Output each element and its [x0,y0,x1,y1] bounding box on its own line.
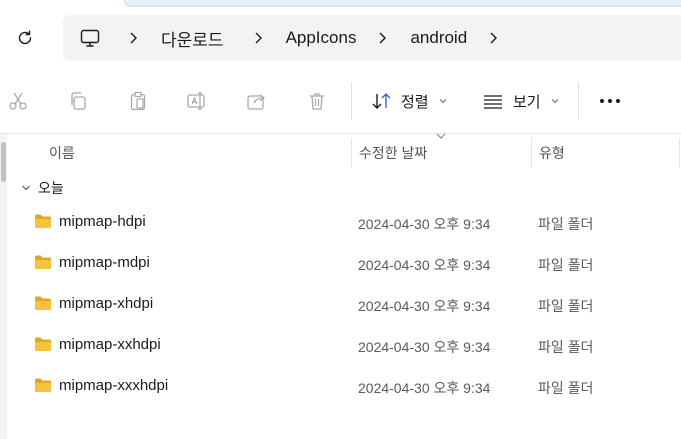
file-date: 2024-04-30 오후 9:34 [358,298,491,314]
navigation-pane-edge [0,134,7,439]
sort-caret-icon [436,133,446,139]
refresh-button[interactable] [10,25,40,51]
sort-button[interactable]: 정렬 [371,86,448,116]
chevron-right-icon[interactable] [244,31,272,45]
paste-button[interactable] [121,84,155,118]
group-label: 오늘 [38,180,64,196]
file-row[interactable]: mipmap-xxhdpi 2024-04-30 오후 9:34 파일 폴더 [20,327,660,363]
column-divider[interactable] [679,138,680,168]
command-bar: 정렬 보기 [0,74,681,128]
tab-strip [0,0,681,8]
column-divider[interactable] [531,138,532,168]
file-row[interactable]: mipmap-mdpi 2024-04-30 오후 9:34 파일 폴더 [20,245,660,281]
folder-icon [35,255,51,269]
file-date: 2024-04-30 오후 9:34 [358,380,491,396]
file-type: 파일 폴더 [538,339,594,355]
file-row[interactable]: mipmap-hdpi 2024-04-30 오후 9:34 파일 폴더 [20,204,660,240]
copy-button[interactable] [61,84,95,118]
chevron-down-icon[interactable] [18,183,34,193]
file-name: mipmap-hdpi [59,213,146,230]
column-header-name[interactable]: 이름 [49,143,75,163]
navigation-row: 다운로드 AppIcons android [0,8,681,66]
copy-icon [71,92,86,110]
more-icon [600,99,620,103]
view-icon [484,95,502,109]
tab-edge [124,0,681,7]
chevron-right-icon[interactable] [119,31,147,45]
column-header-date[interactable]: 수정한 날짜 [359,143,427,163]
file-type: 파일 폴더 [538,257,594,273]
file-date: 2024-04-30 오후 9:34 [358,257,491,273]
share-button[interactable] [240,84,274,118]
this-pc-icon[interactable] [79,27,101,49]
breadcrumb-downloads[interactable]: 다운로드 [153,26,232,51]
sort-label: 정렬 [401,93,429,111]
chevron-right-icon[interactable] [479,31,507,45]
column-headers: 이름 수정한 날짜 유형 [0,133,681,170]
file-name: mipmap-xxhdpi [59,336,161,353]
share-icon [247,94,266,110]
folder-icon [35,214,51,228]
column-header-type[interactable]: 유형 [539,143,565,163]
breadcrumb-appicons[interactable]: AppIcons [278,28,365,48]
breadcrumb-android[interactable]: android [402,28,475,48]
file-row[interactable]: mipmap-xhdpi 2024-04-30 오후 9:34 파일 폴더 [20,286,660,322]
clipboard-icon [130,91,146,111]
rename-button[interactable] [180,84,214,118]
delete-button[interactable] [300,84,334,118]
view-label: 보기 [513,93,541,111]
file-type: 파일 폴더 [538,298,594,314]
cut-button[interactable] [1,84,35,118]
chevron-right-icon[interactable] [368,31,396,45]
view-button[interactable]: 보기 [482,86,560,116]
chevron-down-icon [439,99,447,104]
folder-icon [35,378,51,392]
group-header-today[interactable]: 오늘 [18,176,64,200]
address-bar[interactable]: 다운로드 AppIcons android [63,15,681,61]
refresh-icon [18,30,32,45]
toolbar-divider [578,82,579,120]
rename-icon [187,92,205,110]
toolbar-divider [351,82,352,120]
file-type: 파일 폴더 [538,380,594,396]
file-name: mipmap-mdpi [59,254,150,271]
file-type: 파일 폴더 [538,216,594,232]
file-row[interactable]: mipmap-xxxhdpi 2024-04-30 오후 9:34 파일 폴더 [20,368,660,404]
trash-icon [310,93,324,110]
column-divider[interactable] [351,138,352,168]
folder-icon [35,337,51,351]
scissors-icon [9,92,27,110]
file-name: mipmap-xhdpi [59,295,154,312]
file-date: 2024-04-30 오후 9:34 [358,216,491,232]
more-options-button[interactable] [594,86,626,116]
chevron-down-icon [551,99,559,104]
sort-icon [372,93,391,109]
file-date: 2024-04-30 오후 9:34 [358,339,491,355]
folder-icon [35,296,51,310]
file-name: mipmap-xxxhdpi [59,377,169,394]
